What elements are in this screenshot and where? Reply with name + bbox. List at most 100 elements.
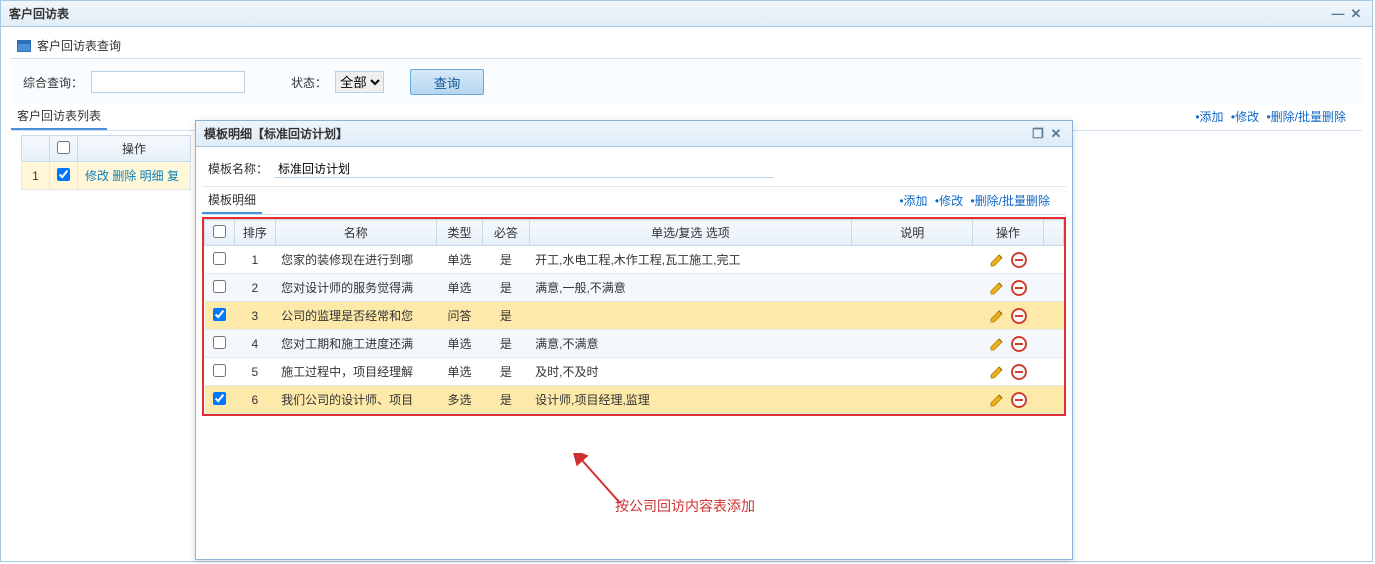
template-name-row: 模板名称：	[202, 151, 1066, 187]
edit-link[interactable]: •修改	[1231, 110, 1259, 124]
search-label: 综合查询：	[23, 74, 83, 91]
cell-name: 您家的装修现在进行到哪	[275, 246, 436, 274]
status-select[interactable]: 全部	[335, 71, 384, 93]
restore-icon[interactable]: ❐	[1030, 126, 1046, 142]
cell-check	[205, 358, 235, 386]
col-name: 名称	[275, 220, 436, 246]
remove-icon[interactable]	[1011, 252, 1027, 268]
cell-order: 3	[235, 302, 275, 330]
pencil-icon[interactable]	[989, 308, 1005, 324]
cell-spacer	[1043, 358, 1063, 386]
col-check	[205, 220, 235, 246]
row-checkbox[interactable]	[213, 364, 226, 377]
cell-desc	[852, 274, 973, 302]
cell-required: 是	[483, 330, 529, 358]
table-row: 3公司的监理是否经常和您问答是	[205, 302, 1064, 330]
close-icon[interactable]: ✕	[1348, 6, 1364, 22]
delete-link[interactable]: •删除/批量删除	[970, 194, 1050, 208]
row-checkbox[interactable]	[213, 280, 226, 293]
cell-desc	[852, 386, 973, 414]
cell-check	[205, 330, 235, 358]
form-icon	[17, 40, 31, 52]
detail-dialog: 模板明细【标准回访计划】 ❐ ✕ 模板名称： 模板明细 •添加 •修改 •删除/…	[195, 120, 1073, 560]
pencil-icon[interactable]	[989, 364, 1005, 380]
delete-link[interactable]: •删除/批量删除	[1266, 110, 1346, 124]
cell-name: 您对工期和施工进度还满	[275, 330, 436, 358]
search-input[interactable]	[91, 71, 245, 93]
pencil-icon[interactable]	[989, 336, 1005, 352]
main-window-title: 客户回访表	[9, 1, 69, 27]
row-checkbox[interactable]	[213, 252, 226, 265]
row-checkbox[interactable]	[57, 168, 70, 181]
detail-links: •添加 •修改 •删除/批量删除	[895, 192, 1066, 209]
remove-icon[interactable]	[1011, 364, 1027, 380]
cell-spacer	[1043, 274, 1063, 302]
row-checkbox[interactable]	[213, 392, 226, 405]
cell-name: 施工过程中，项目经理解	[275, 358, 436, 386]
col-spacer	[1043, 220, 1063, 246]
detail-section-header-row: 模板明细 •添加 •修改 •删除/批量删除	[202, 187, 1066, 215]
cell-required: 是	[483, 386, 529, 414]
cell-order: 1	[235, 246, 275, 274]
header-checkbox[interactable]	[213, 225, 226, 238]
remove-icon[interactable]	[1011, 336, 1027, 352]
col-options: 单选/复选 选项	[529, 220, 852, 246]
cell-options	[529, 302, 852, 330]
remove-icon[interactable]	[1011, 308, 1027, 324]
add-link[interactable]: •添加	[1195, 110, 1223, 124]
cell-ops	[973, 302, 1044, 330]
pencil-icon[interactable]	[989, 280, 1005, 296]
row-checkbox[interactable]	[213, 336, 226, 349]
template-name-input[interactable]	[274, 159, 774, 178]
cell-order: 2	[235, 274, 275, 302]
cell-type: 多选	[436, 386, 482, 414]
cell-spacer	[1043, 302, 1063, 330]
cell-type: 单选	[436, 246, 482, 274]
table-row: 5施工过程中，项目经理解单选是及时,不及时	[205, 358, 1064, 386]
cell-desc	[852, 330, 973, 358]
close-icon[interactable]: ✕	[1048, 126, 1064, 142]
cell-options: 开工,水电工程,木作工程,瓦工施工,完工	[529, 246, 852, 274]
cell-order: 4	[235, 330, 275, 358]
main-title-bar: 客户回访表 — ✕	[1, 1, 1372, 27]
cell-name: 您对设计师的服务觉得满	[275, 274, 436, 302]
cell-ops	[973, 274, 1044, 302]
cell-order: 6	[235, 386, 275, 414]
cell-ops	[973, 246, 1044, 274]
status-label: 状态：	[291, 74, 327, 91]
minimize-icon[interactable]: —	[1330, 6, 1346, 22]
edit-link[interactable]: •修改	[935, 194, 963, 208]
query-button[interactable]: 查询	[410, 69, 484, 95]
cell-spacer	[1043, 246, 1063, 274]
remove-icon[interactable]	[1011, 280, 1027, 296]
cell-required: 是	[483, 302, 529, 330]
pencil-icon[interactable]	[989, 252, 1005, 268]
filter-bar: 综合查询： 状态： 全部 查询	[11, 61, 1362, 103]
row-ops-text[interactable]: 修改 删除 明细 复	[85, 169, 179, 183]
cell-desc	[852, 358, 973, 386]
cell-type: 单选	[436, 358, 482, 386]
query-panel-title: 客户回访表查询	[37, 37, 121, 54]
cell-desc	[852, 246, 973, 274]
remove-icon[interactable]	[1011, 392, 1027, 408]
dialog-title-bar: 模板明细【标准回访计划】 ❐ ✕	[196, 121, 1072, 147]
col-required: 必答	[483, 220, 529, 246]
pencil-icon[interactable]	[989, 392, 1005, 408]
cell-type: 单选	[436, 330, 482, 358]
cell-required: 是	[483, 358, 529, 386]
cell-ops	[973, 330, 1044, 358]
col-check	[50, 136, 78, 162]
dialog-title: 模板明细【标准回访计划】	[204, 121, 348, 147]
add-link[interactable]: •添加	[899, 194, 927, 208]
list-panel-links: •添加 •修改 •删除/批量删除	[1191, 108, 1362, 125]
detail-table-wrap: 排序 名称 类型 必答 单选/复选 选项 说明 操作 1您家的装修现在进行到哪单…	[202, 217, 1066, 416]
table-row: 2您对设计师的服务觉得满单选是满意,一般,不满意	[205, 274, 1064, 302]
row-checkbox[interactable]	[213, 308, 226, 321]
cell-check	[205, 302, 235, 330]
main-list-table: 操作 1 修改 删除 明细 复	[21, 135, 191, 190]
header-checkbox[interactable]	[57, 141, 70, 154]
cell-options: 及时,不及时	[529, 358, 852, 386]
cell-required: 是	[483, 274, 529, 302]
table-row: 1您家的装修现在进行到哪单选是开工,水电工程,木作工程,瓦工施工,完工	[205, 246, 1064, 274]
cell-order: 5	[235, 358, 275, 386]
